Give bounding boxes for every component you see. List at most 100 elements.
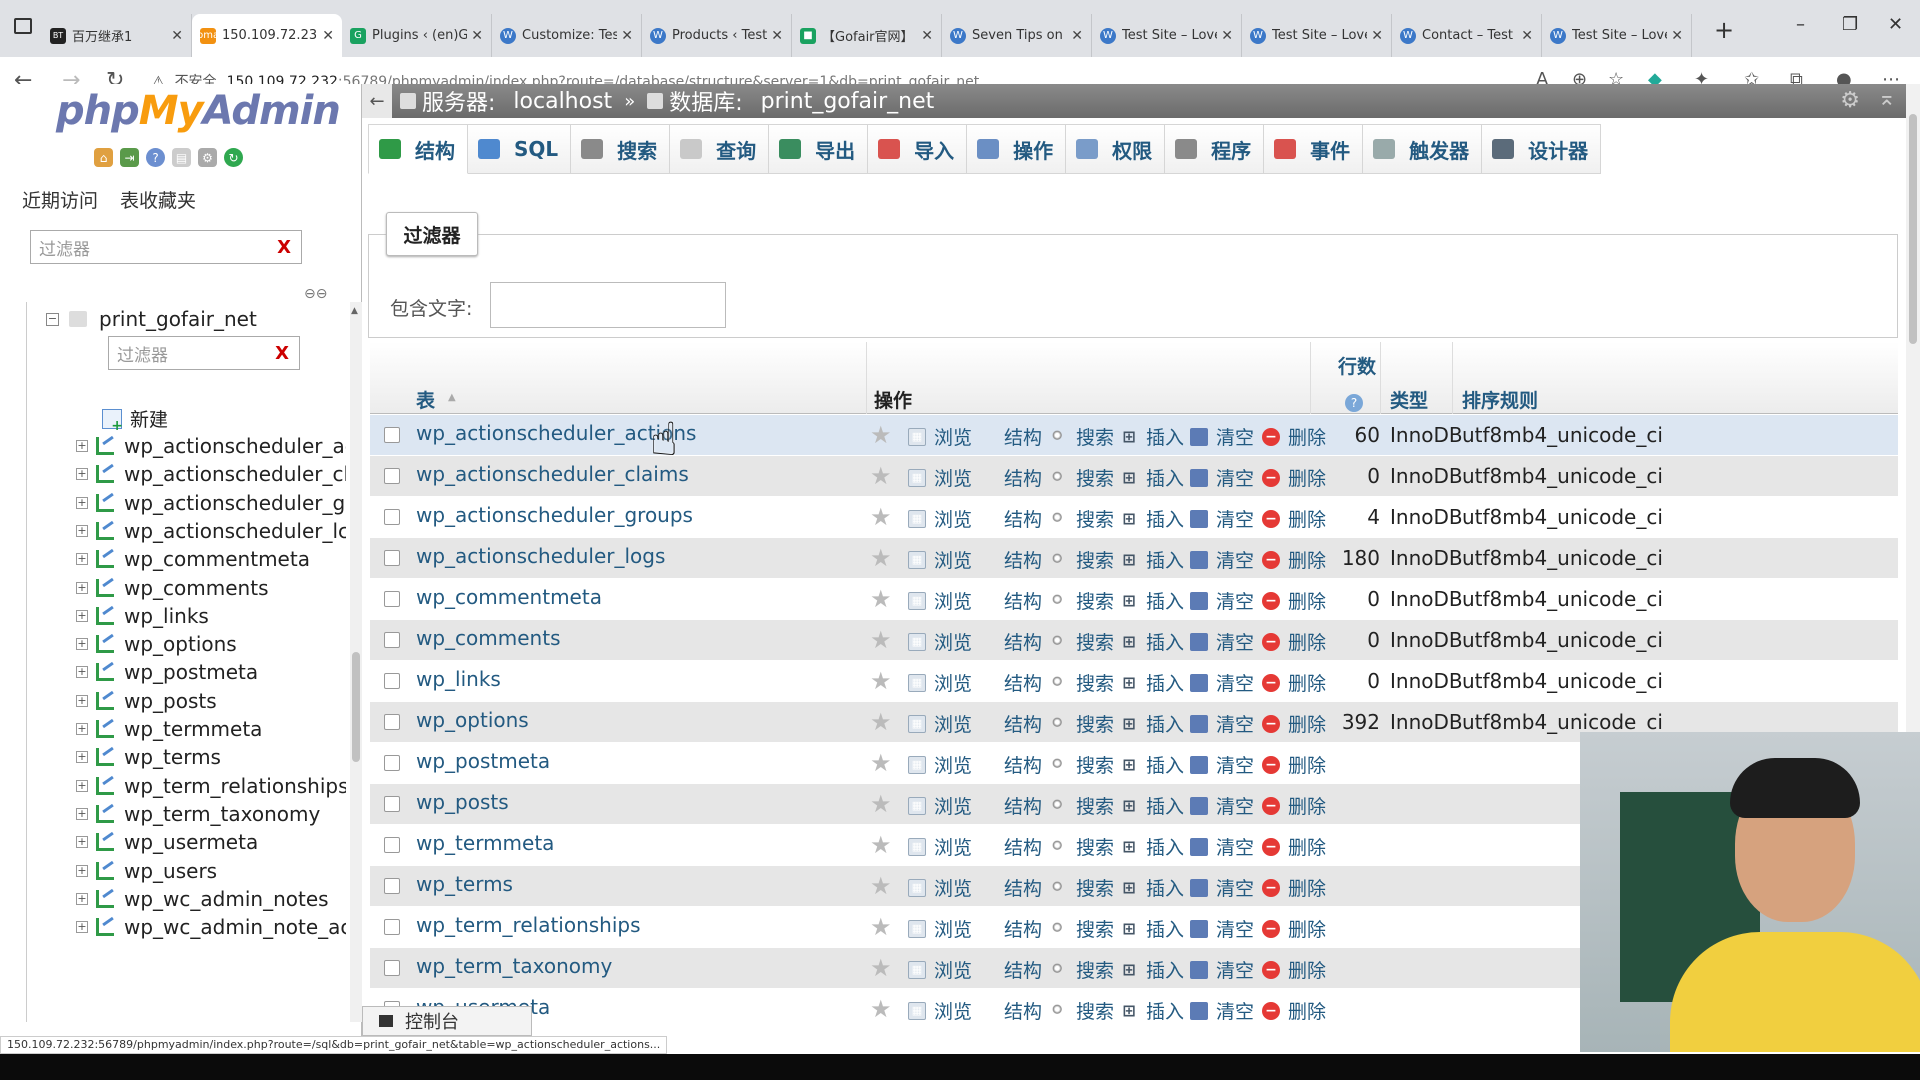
empty-link[interactable]: 清空 — [1190, 956, 1254, 983]
expand-icon[interactable]: + — [76, 864, 88, 877]
sidebar-table-item[interactable]: + wp_links — [76, 602, 209, 630]
row-checkbox[interactable] — [384, 878, 400, 894]
table-name-link[interactable]: wp_postmeta — [416, 749, 550, 773]
table-name-link[interactable]: wp_actionscheduler_logs — [416, 544, 665, 568]
search-link[interactable]: 搜索 — [1050, 423, 1114, 450]
expand-icon[interactable]: + — [76, 581, 88, 594]
expand-icon[interactable]: + — [76, 807, 88, 820]
drop-link[interactable]: − 删除 — [1262, 669, 1326, 696]
drop-link[interactable]: − 删除 — [1262, 423, 1326, 450]
row-checkbox[interactable] — [384, 427, 400, 443]
structure-link[interactable]: 结构 — [978, 505, 1042, 532]
drop-link[interactable]: − 删除 — [1262, 915, 1326, 942]
tab-5[interactable]: ■ 【Gofair官网】 ✕ — [792, 14, 942, 57]
tab-trigger[interactable]: 触发器 — [1363, 124, 1483, 174]
db-filter-input[interactable]: 过滤器 X — [108, 336, 300, 370]
drop-link[interactable]: − 删除 — [1262, 874, 1326, 901]
favorite-star-icon[interactable]: ★ — [870, 421, 892, 449]
insert-link[interactable]: ⊞ 插入 — [1120, 751, 1184, 778]
insert-link[interactable]: ⊞ 插入 — [1120, 546, 1184, 573]
phpmyadmin-logo[interactable]: phpMyAdmin — [56, 88, 341, 134]
structure-link[interactable]: 结构 — [978, 669, 1042, 696]
row-checkbox[interactable] — [384, 509, 400, 525]
insert-link[interactable]: ⊞ 插入 — [1120, 874, 1184, 901]
table-name-link[interactable]: wp_term_taxonomy — [416, 954, 612, 978]
tab-designer[interactable]: 设计器 — [1482, 124, 1602, 174]
empty-link[interactable]: 清空 — [1190, 792, 1254, 819]
tab-close-icon[interactable]: ✕ — [621, 28, 633, 44]
sidebar-table-item[interactable]: + wp_usermeta — [76, 828, 258, 856]
tab-9[interactable]: W Contact – Test S ✕ — [1392, 14, 1542, 57]
drop-link[interactable]: − 删除 — [1262, 587, 1326, 614]
breadcrumb-server[interactable]: localhost — [513, 89, 612, 114]
row-checkbox[interactable] — [384, 550, 400, 566]
empty-link[interactable]: 清空 — [1190, 546, 1254, 573]
nav-filter-input[interactable]: 过滤器 X — [30, 230, 302, 264]
sidebar-table-item[interactable]: + wp_wc_admin_notes — [76, 885, 329, 913]
drop-link[interactable]: − 删除 — [1262, 546, 1326, 573]
expand-icon[interactable]: + — [76, 468, 88, 481]
header-rows[interactable]: 行数 — [1338, 352, 1376, 379]
favorite-star-icon[interactable]: ★ — [870, 585, 892, 613]
close-window-icon[interactable]: ✕ — [1888, 14, 1903, 35]
db-node[interactable]: − print_gofair_net — [46, 302, 257, 336]
tab-close-icon[interactable]: ✕ — [771, 28, 783, 44]
tab-export[interactable]: 导出 — [769, 124, 869, 174]
expand-icon[interactable]: + — [76, 666, 88, 679]
nav-filter-clear[interactable]: X — [277, 237, 291, 258]
row-checkbox[interactable] — [384, 960, 400, 976]
drop-link[interactable]: − 删除 — [1262, 997, 1326, 1024]
tab-close-icon[interactable]: ✕ — [921, 28, 933, 44]
tab-3[interactable]: W Customize: Test ✕ — [492, 14, 642, 57]
row-checkbox[interactable] — [384, 837, 400, 853]
scroll-up-icon[interactable]: ▲ — [351, 306, 358, 316]
tab-close-icon[interactable]: ✕ — [1221, 28, 1233, 44]
favorite-star-icon[interactable]: ★ — [870, 954, 892, 982]
favorite-star-icon[interactable]: ★ — [870, 749, 892, 777]
tab-8[interactable]: W Test Site – Love ✕ — [1242, 14, 1392, 57]
browse-link[interactable]: ▦ 浏览 — [908, 546, 972, 573]
tab-10[interactable]: W Test Site – Love ✕ — [1542, 14, 1692, 57]
tab-close-icon[interactable]: ✕ — [471, 28, 483, 44]
tab-wrench[interactable]: 操作 — [967, 124, 1067, 174]
search-link[interactable]: 搜索 — [1050, 546, 1114, 573]
browse-link[interactable]: ▦ 浏览 — [908, 792, 972, 819]
tab-0[interactable]: BT 百万继承1 ✕ — [42, 14, 192, 57]
db-filter-clear[interactable]: X — [275, 343, 289, 364]
drop-link[interactable]: − 删除 — [1262, 792, 1326, 819]
structure-link[interactable]: 结构 — [978, 751, 1042, 778]
favorite-star-icon[interactable]: ★ — [870, 462, 892, 490]
browse-link[interactable]: ▦ 浏览 — [908, 423, 972, 450]
expand-icon[interactable]: + — [76, 694, 88, 707]
table-name-link[interactable]: wp_terms — [416, 872, 513, 896]
insert-link[interactable]: ⊞ 插入 — [1120, 915, 1184, 942]
sidebar-table-item[interactable]: + wp_term_relationships — [76, 772, 346, 800]
browse-link[interactable]: ▦ 浏览 — [908, 751, 972, 778]
table-name-link[interactable]: wp_term_relationships — [416, 913, 641, 937]
empty-link[interactable]: 清空 — [1190, 710, 1254, 737]
structure-link[interactable]: 结构 — [978, 956, 1042, 983]
sidebar-table-item[interactable]: + wp_postmeta — [76, 658, 258, 686]
tab-2[interactable]: G Plugins ‹ (en)G ✕ — [342, 14, 492, 57]
drop-link[interactable]: − 删除 — [1262, 464, 1326, 491]
search-link[interactable]: 搜索 — [1050, 505, 1114, 532]
sidebar-table-item[interactable]: + wp_wc_admin_note_ac — [76, 913, 346, 941]
favorite-star-icon[interactable]: ★ — [870, 708, 892, 736]
row-checkbox[interactable] — [384, 919, 400, 935]
sidebar-table-item[interactable]: + wp_posts — [76, 687, 217, 715]
recent-tab[interactable]: 近期访问 — [22, 186, 98, 213]
empty-link[interactable]: 清空 — [1190, 751, 1254, 778]
structure-link[interactable]: 结构 — [978, 546, 1042, 573]
insert-link[interactable]: ⊞ 插入 — [1120, 710, 1184, 737]
sidebar-table-item[interactable]: + wp_actionscheduler_gi — [76, 489, 346, 517]
window-menu-icon[interactable] — [14, 18, 32, 34]
insert-link[interactable]: ⊞ 插入 — [1120, 587, 1184, 614]
expand-icon[interactable]: + — [76, 553, 88, 566]
maximize-icon[interactable]: ❐ — [1842, 14, 1858, 35]
browse-link[interactable]: ▦ 浏览 — [908, 833, 972, 860]
empty-link[interactable]: 清空 — [1190, 423, 1254, 450]
favorite-star-icon[interactable]: ★ — [870, 790, 892, 818]
docs-icon[interactable]: ▤ — [172, 148, 191, 167]
drop-link[interactable]: − 删除 — [1262, 833, 1326, 860]
table-name-link[interactable]: wp_posts — [416, 790, 509, 814]
